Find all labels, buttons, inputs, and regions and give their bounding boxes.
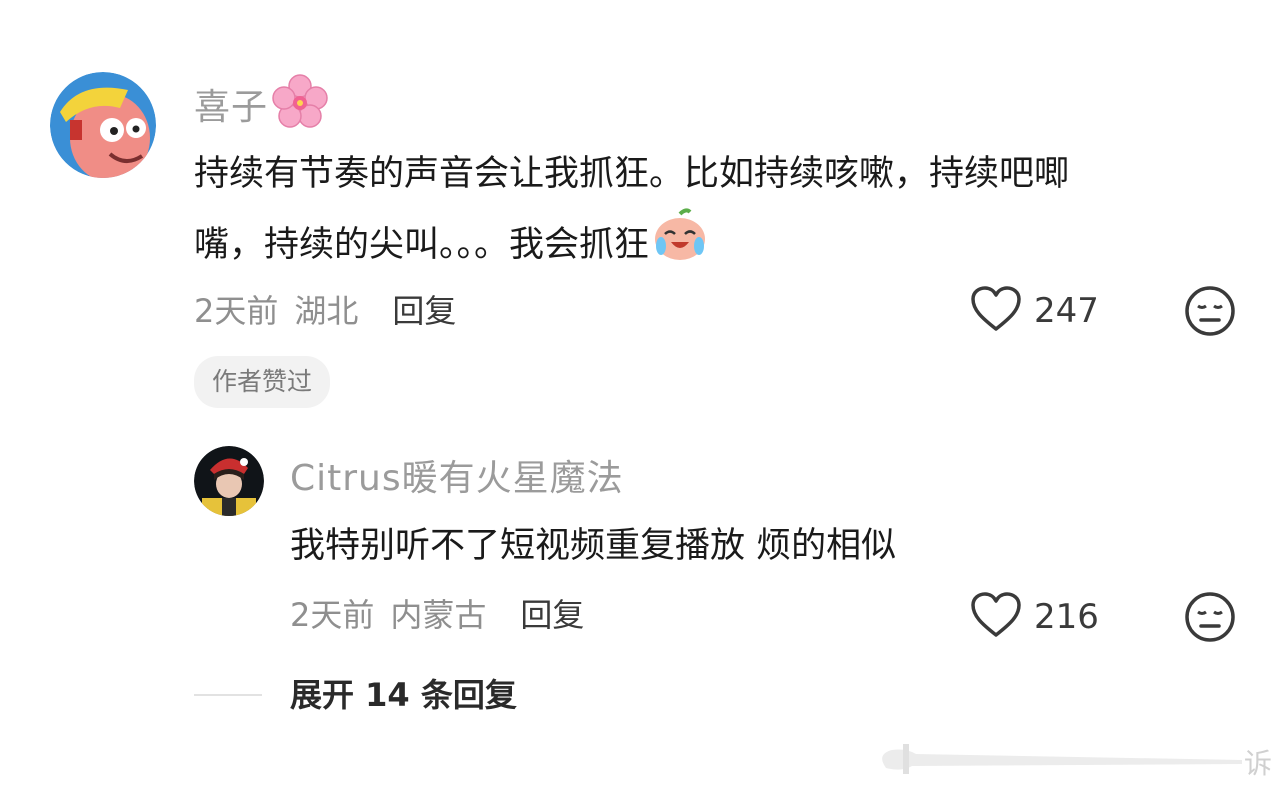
comment-location: 湖北 [294,292,359,330]
neutral-face-icon [1184,592,1236,647]
comment-time: 2天前 [194,292,279,330]
reply-reply-button[interactable]: 回复 [520,590,584,636]
reply-time: 2天前 [290,596,375,634]
reply-avatar[interactable] [194,446,264,516]
reply-username[interactable]: Citrus暖有火星魔法 [290,454,624,504]
comment-dislike-button[interactable] [1184,285,1236,337]
crying-laughing-peach-icon [651,206,709,283]
comment-content-line-1: 持续有节奏的声音会让我抓狂。比如持续咳嗽，持续吧唧 [194,154,1070,194]
expand-replies-button[interactable]: 展开 14 条回复 [290,672,517,718]
cherry-blossom-icon [272,74,328,134]
comment-like-count: 247 [1034,291,1099,331]
reply-like-button[interactable]: 216 [970,590,1099,644]
heart-outline-icon [970,591,1022,643]
watermark: 诉 [872,738,1276,782]
reply-location: 内蒙古 [390,596,487,634]
comment-like-button[interactable]: 247 [970,284,1099,338]
reply-dislike-button[interactable] [1184,591,1236,643]
reply-like-count: 216 [1034,597,1099,637]
comment-content-line-2: 嘴，持续的尖叫。。。我会抓狂 [194,224,650,265]
watermark-text: 诉 [1244,747,1273,780]
neutral-face-icon [1184,286,1236,341]
author-liked-badge: 作者赞过 [194,356,331,408]
expand-divider [194,694,262,696]
heart-outline-icon [970,285,1022,337]
reply-content: 我特别听不了短视频重复播放 烦的相似 [290,526,897,566]
commenter-avatar[interactable] [50,72,156,178]
comment-reply-button[interactable]: 回复 [392,286,456,332]
commenter-username[interactable]: 喜子 [194,78,268,130]
